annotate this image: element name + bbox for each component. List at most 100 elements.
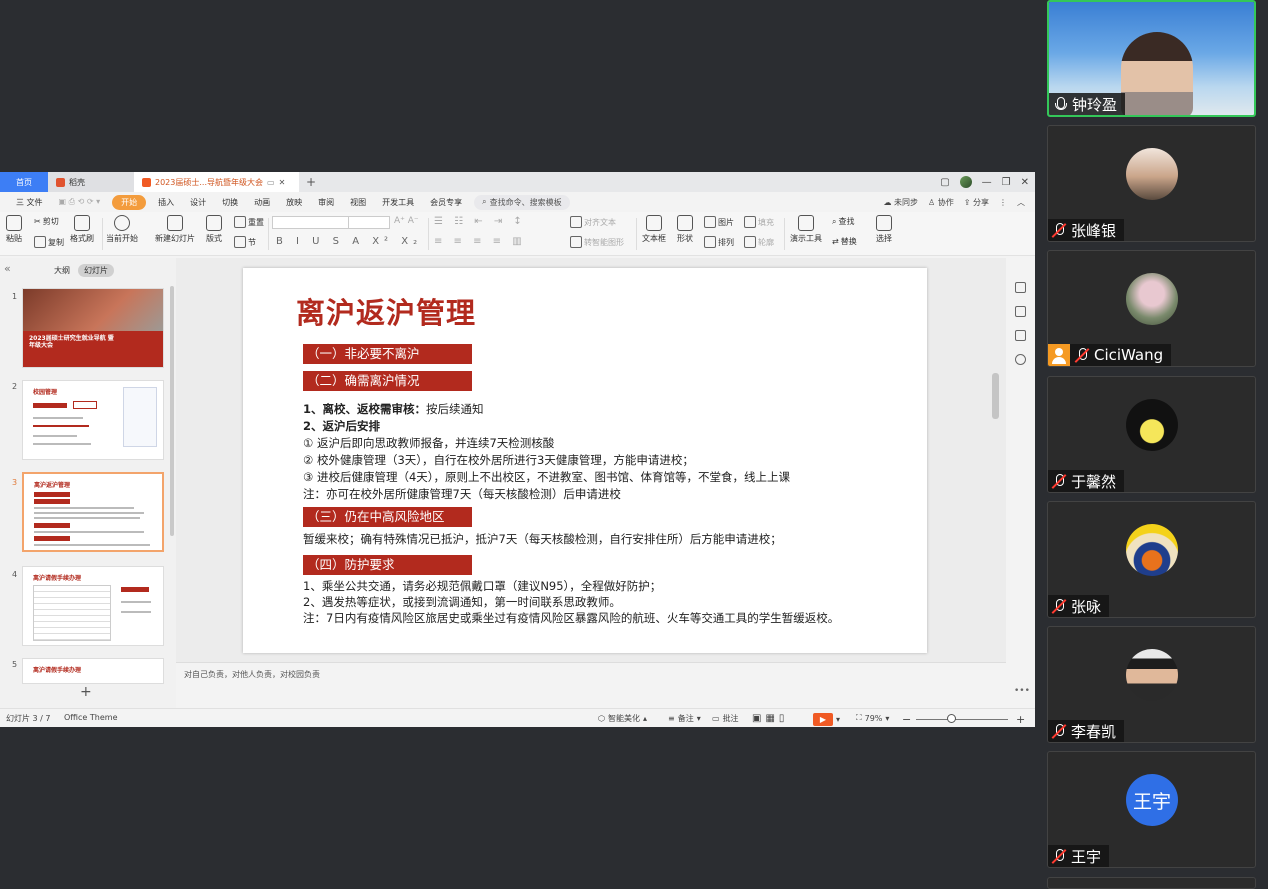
add-slide-button[interactable]: +: [80, 684, 92, 700]
comment-button[interactable]: ▭ 批注: [712, 713, 739, 724]
arrange-button[interactable]: 排列: [704, 236, 734, 248]
command-search[interactable]: ⌕ 查找命令、搜索模板: [474, 194, 570, 210]
tab-outline[interactable]: 大纲: [54, 265, 70, 276]
slide-thumbnail-1[interactable]: 2023届硕士研究生就业导航 暨年级大会: [22, 288, 164, 368]
menu-view[interactable]: 视图: [342, 197, 374, 208]
menu-review[interactable]: 审阅: [310, 197, 342, 208]
participant-name-bar: 李春凯: [1048, 720, 1125, 742]
replace-button[interactable]: ⇄ 替换: [832, 236, 857, 247]
find-button[interactable]: ⌕ 查找: [832, 216, 854, 227]
menu-insert[interactable]: 插入: [150, 197, 182, 208]
slideshow-play-button[interactable]: ▶ ▾: [813, 713, 840, 726]
list-buttons[interactable]: ☰ ☷ ⇤ ⇥ ↕: [434, 216, 526, 227]
shape-button[interactable]: 形状: [677, 215, 693, 244]
slide-thumbnail-4[interactable]: 离沪请假手续办理: [22, 566, 164, 646]
layout-grid-icon: [206, 215, 222, 231]
copy-panel-icon[interactable]: [1015, 330, 1026, 341]
participant-tile-6[interactable]: 李春凯: [1047, 626, 1256, 743]
collapse-ribbon-icon[interactable]: ︿: [1017, 197, 1025, 208]
person-video: [1121, 32, 1193, 115]
zoom-in-button[interactable]: +: [1016, 713, 1025, 726]
tab-document[interactable]: 2023届硕士...导航暨年级大会 ▭ ✕: [134, 172, 299, 192]
slide-scrollbar[interactable]: [990, 268, 1000, 660]
smart-beautify-button[interactable]: ⬡ 智能美化 ▴: [598, 713, 647, 724]
monitor-icon[interactable]: ▭: [267, 178, 275, 187]
slide-thumbnail-5[interactable]: 离沪请假手续办理: [22, 658, 164, 684]
layout-button[interactable]: 版式: [206, 215, 222, 244]
close-tab-icon[interactable]: ✕: [279, 178, 286, 187]
collapse-pane-icon[interactable]: «: [4, 262, 11, 275]
font-size-select[interactable]: [348, 216, 390, 229]
participant-tile-2[interactable]: 张峰银: [1047, 125, 1256, 242]
cut-button[interactable]: ✂ 剪切: [34, 216, 59, 227]
text-format-buttons[interactable]: B I U S A X² X₂: [276, 236, 422, 247]
properties-icon[interactable]: [1015, 282, 1026, 293]
more-icon[interactable]: ⋮: [999, 198, 1007, 207]
participant-tile-8[interactable]: [1047, 877, 1256, 889]
outline-button[interactable]: 轮廓: [744, 236, 774, 248]
view-mode-buttons[interactable]: ▣▦▯: [752, 713, 788, 724]
slide[interactable]: 离沪返沪管理 （一）非必要不离沪 （二）确需离沪情况 1、离校、返校需审核：按后…: [243, 268, 927, 653]
show-tools-button[interactable]: 演示工具: [790, 215, 822, 244]
new-slide-button[interactable]: 新建幻灯片: [155, 215, 195, 244]
layout-icon[interactable]: ▢: [940, 177, 949, 188]
menu-slideshow[interactable]: 放映: [278, 197, 310, 208]
slide-text-line: ② 校外健康管理（3天），自行在校外居所进行3天健康管理，方能申请进校；: [303, 453, 694, 467]
menu-animation[interactable]: 动画: [246, 197, 278, 208]
picture-button[interactable]: 图片: [704, 216, 734, 228]
more-options-icon[interactable]: •••: [1014, 686, 1030, 696]
user-avatar[interactable]: [959, 176, 972, 188]
format-painter-button[interactable]: 格式刷: [70, 215, 94, 244]
copy-button[interactable]: 复制: [34, 236, 64, 248]
zoom-slider-knob[interactable]: [947, 714, 956, 723]
select-button[interactable]: 选择: [876, 215, 892, 244]
participant-tile-4[interactable]: 于馨然: [1047, 376, 1256, 493]
tab-slides[interactable]: 幻灯片: [78, 264, 114, 277]
collab-button[interactable]: ♙ 协作: [928, 197, 954, 208]
sync-button[interactable]: ☁ 未同步: [883, 197, 918, 208]
zoom-slider[interactable]: [916, 719, 1008, 720]
participant-tile-7[interactable]: 王宇 王宇: [1047, 751, 1256, 868]
slide-thumbnail-3[interactable]: 离沪返沪管理: [22, 472, 164, 552]
help-icon[interactable]: [1015, 354, 1026, 365]
tab-docer[interactable]: 稻壳: [48, 172, 134, 192]
tab-home[interactable]: 首页: [0, 172, 48, 192]
zoom-out-button[interactable]: −: [902, 713, 911, 726]
tab-docer-label: 稻壳: [69, 177, 85, 187]
fill-button[interactable]: 填充: [744, 216, 774, 228]
reset-button[interactable]: 重置: [234, 216, 264, 228]
menu-member[interactable]: 会员专享: [422, 197, 470, 208]
textbox-button[interactable]: 文本框: [642, 215, 666, 244]
participant-tile-5[interactable]: 张咏: [1047, 501, 1256, 618]
font-grow-shrink[interactable]: A⁺ A⁻: [394, 216, 419, 226]
align-buttons[interactable]: ≡ ≡ ≡ ≡ ▥: [434, 236, 526, 247]
comment-label: 批注: [722, 714, 739, 723]
pin-icon[interactable]: [1015, 306, 1026, 317]
align-text-button[interactable]: 对齐文本: [570, 216, 616, 228]
speaker-notes[interactable]: 对自己负责，对他人负责，对校园负责: [176, 662, 1006, 708]
fill-icon: [744, 216, 756, 228]
zoom-fit-button[interactable]: ⛶ 79% ▾: [856, 713, 889, 723]
menu-start[interactable]: 开始: [112, 194, 147, 210]
quick-access-icons[interactable]: ▣ ⎙ ⟲ ⟳ ▾: [51, 197, 109, 207]
participant-tile-1[interactable]: 钟玲盈: [1047, 0, 1256, 117]
close-window-icon[interactable]: ✕: [1021, 177, 1029, 188]
share-button[interactable]: ⇪ 分享: [964, 197, 989, 208]
restore-icon[interactable]: ❐: [1002, 177, 1011, 188]
new-tab-button[interactable]: +: [299, 172, 323, 192]
participant-tile-3[interactable]: CiciWang: [1047, 250, 1256, 367]
minimize-icon[interactable]: —: [982, 177, 992, 188]
smartart-button[interactable]: 转智能图形: [570, 236, 624, 248]
participant-name: 钟玲盈: [1072, 95, 1118, 114]
menu-developer[interactable]: 开发工具: [374, 197, 422, 208]
slide-thumbnail-2[interactable]: 校园管理: [22, 380, 164, 460]
thumbnail-scrollbar[interactable]: [170, 286, 174, 536]
menu-design[interactable]: 设计: [182, 197, 214, 208]
notes-toggle-button[interactable]: ≡ 备注 ▾: [668, 713, 701, 724]
paste-button[interactable]: 粘贴: [6, 215, 22, 244]
menu-file[interactable]: 三 文件: [8, 197, 51, 208]
play-from-current-button[interactable]: 当前开始: [106, 215, 138, 244]
menu-transition[interactable]: 切换: [214, 197, 246, 208]
slide-scrollbar-thumb[interactable]: [992, 373, 999, 419]
section-button[interactable]: 节: [234, 236, 256, 248]
